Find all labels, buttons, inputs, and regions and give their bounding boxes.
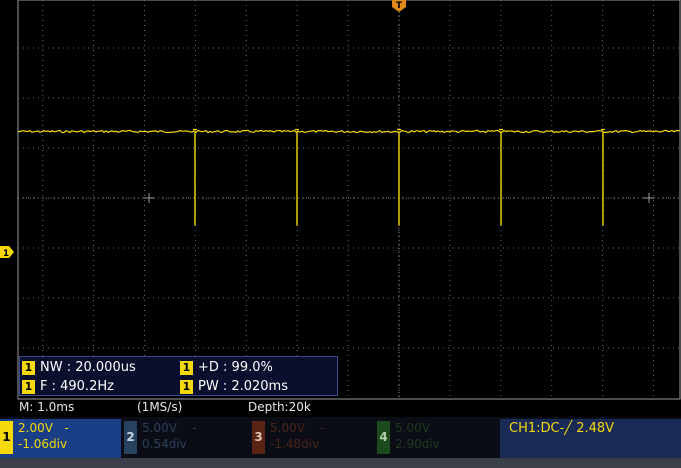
ch1-number: 1 [0, 421, 13, 454]
ch2-volts: 5.00V - [142, 421, 197, 435]
measurement-panel: 1 NW : 20.000us 1 +D : 99.0% 1 F : 490.2… [19, 356, 338, 396]
ch1-settings[interactable]: 1 2.00V - -1.06div [0, 419, 121, 458]
timebase-readout: M: 1.0ms [19, 400, 75, 414]
ch2-offset: 0.54div [142, 437, 187, 451]
channel-badge: 1 [22, 379, 35, 394]
display-background [0, 0, 681, 400]
ch3-offset: -1.48div [270, 437, 320, 451]
measure-duty-text: +D : 99.0% [198, 360, 273, 375]
ch1-marker-label: 1 [3, 249, 9, 259]
measure-pw-text: PW : 2.020ms [198, 379, 288, 394]
ch4-volts: 5.00V [395, 421, 430, 435]
ch2-settings[interactable]: 2 5.00V - 0.54div [124, 419, 246, 458]
measure-duty: 1 +D : 99.0% [180, 358, 273, 377]
ch1-offset: -1.06div [18, 437, 68, 451]
ch3-settings[interactable]: 3 5.00V - -1.48div [252, 419, 374, 458]
measure-nw-text: NW : 20.000us [40, 360, 136, 375]
trigger-marker-label: T [396, 1, 403, 11]
trigger-settings[interactable]: CH1:DC-╱ 2.48V [500, 419, 681, 458]
ch2-number: 2 [124, 421, 137, 454]
ch4-offset: 2.90div [395, 437, 440, 451]
channel-badge: 1 [180, 360, 193, 375]
measure-freq: 1 F : 490.2Hz [22, 377, 114, 396]
sample-rate-readout: (1MS/s) [137, 400, 183, 414]
measure-pw: 1 PW : 2.020ms [180, 377, 288, 396]
waveform-display[interactable]: T 1 [0, 0, 681, 400]
measure-nw: 1 NW : 20.000us [22, 358, 136, 377]
status-bar: M: 1.0ms (1MS/s) Depth:20k [0, 400, 681, 417]
measure-freq-text: F : 490.2Hz [40, 379, 114, 394]
memory-depth-readout: Depth:20k [248, 400, 311, 414]
ch3-volts: 5.00V - [270, 421, 325, 435]
channel-badge: 1 [180, 379, 193, 394]
ch4-number: 4 [377, 421, 390, 454]
ch4-settings[interactable]: 4 5.00V 2.90div [377, 419, 498, 458]
ch3-number: 3 [252, 421, 265, 454]
channel-badge: 1 [22, 360, 35, 375]
ch1-volts: 2.00V - [18, 421, 69, 435]
bottom-stripe [0, 458, 681, 468]
